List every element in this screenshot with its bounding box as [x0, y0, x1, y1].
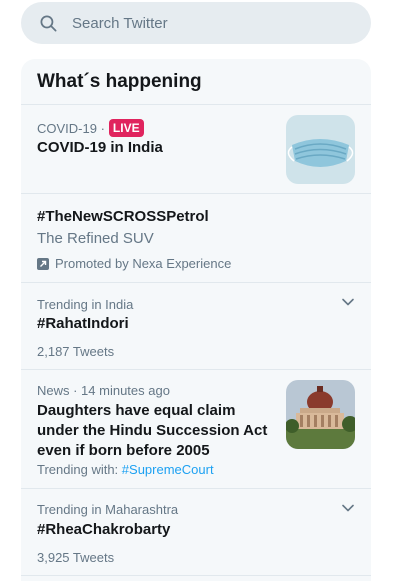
trend-item-rahatindori[interactable]: Trending in India #RahatIndori 2,187 Twe… [21, 283, 371, 370]
trend-title: COVID-19 in India [37, 139, 163, 156]
promoted-trend-item[interactable]: #TheNewSCROSSPetrol The Refined SUV Prom… [21, 194, 371, 283]
search-icon [38, 13, 58, 33]
chevron-down-icon[interactable] [341, 501, 355, 515]
trend-meta: Trending in India [37, 297, 134, 312]
panel-title: What´s happening [37, 71, 202, 92]
chevron-down-icon[interactable] [341, 295, 355, 309]
trend-title: #RahatIndori [37, 315, 129, 332]
trend-description: The Refined SUV [37, 230, 154, 247]
trend-category: COVID-19 · [37, 120, 105, 136]
tweet-count: 3,925 Tweets [37, 550, 115, 565]
trend-meta: Trending in Maharashtra [37, 502, 179, 517]
promoted-icon [37, 257, 49, 270]
trends-panel: What´s happening COVID-19 · LIVE COVID-1… [21, 59, 371, 581]
trending-with-label: Trending with: [37, 462, 119, 477]
search-bar[interactable] [21, 2, 371, 44]
hashtag-link[interactable]: #SupremeCourt [122, 462, 214, 477]
panel-header: What´s happening [21, 59, 371, 105]
promoted-label: Promoted by Nexa Experience [37, 256, 231, 271]
live-badge: LIVE [108, 119, 144, 137]
trending-with: Trending with: #SupremeCourt [37, 462, 214, 477]
promoted-text: Promoted by Nexa Experience [55, 256, 232, 271]
news-item-succession-act[interactable]: News · 14 minutes ago Daughters have equ… [21, 370, 371, 489]
search-input[interactable] [72, 14, 332, 32]
news-meta: News · 14 minutes ago [37, 383, 170, 398]
supreme-court-thumbnail [286, 380, 355, 449]
trend-item-covid[interactable]: COVID-19 · LIVE COVID-19 in India [21, 105, 371, 194]
tweet-count: 2,187 Tweets [37, 344, 115, 359]
news-headline: Daughters have equal claim under the Hin… [37, 402, 268, 459]
trend-title: #RheaChakrobarty [37, 521, 171, 538]
face-mask-thumbnail [286, 115, 355, 184]
trend-item-rheachakrobarty[interactable]: Trending in Maharashtra #RheaChakrobarty… [21, 489, 371, 576]
trend-title: #TheNewSCROSSPetrol [37, 208, 209, 225]
trend-meta: COVID-19 · LIVE [37, 119, 144, 137]
